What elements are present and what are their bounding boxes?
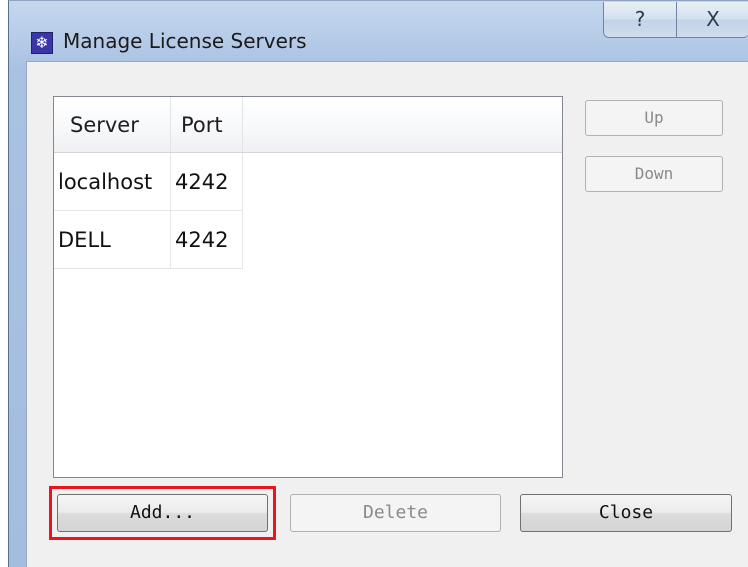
server-cell: localhost <box>54 153 171 211</box>
column-header-filler <box>243 97 562 152</box>
server-cell: DELL <box>54 211 171 269</box>
port-cell: 4242 <box>171 211 243 269</box>
app-snowflake-icon: ❄ <box>31 32 53 54</box>
help-icon: ? <box>634 7 646 31</box>
column-header-port[interactable]: Port <box>171 97 243 152</box>
title-bar[interactable]: ❄ Manage License Servers ? X <box>9 1 748 61</box>
close-button[interactable]: Close <box>520 494 732 532</box>
close-icon: X <box>706 7 720 31</box>
close-window-button[interactable]: X <box>676 2 748 37</box>
port-cell: 4242 <box>171 153 243 211</box>
table-row[interactable]: localhost 4242 <box>54 153 562 211</box>
license-server-table[interactable]: Server Port localhost 4242 DELL 4242 <box>53 96 563 478</box>
dialog-client-area: Server Port localhost 4242 DELL 4242 Up … <box>26 61 748 567</box>
up-button[interactable]: Up <box>585 100 723 136</box>
delete-button[interactable]: Delete <box>290 494 501 532</box>
table-row[interactable]: DELL 4242 <box>54 211 562 269</box>
column-header-server[interactable]: Server <box>54 97 171 152</box>
window-title: Manage License Servers <box>63 29 307 53</box>
screen: ❄ Manage License Servers ? X Server Port <box>0 0 748 567</box>
add-button[interactable]: Add... <box>57 494 268 532</box>
caption-buttons: ? X <box>603 2 748 38</box>
down-button[interactable]: Down <box>585 156 723 192</box>
table-header: Server Port <box>54 97 562 153</box>
dialog-window: ❄ Manage License Servers ? X Server Port <box>8 0 748 567</box>
help-button[interactable]: ? <box>604 2 676 37</box>
